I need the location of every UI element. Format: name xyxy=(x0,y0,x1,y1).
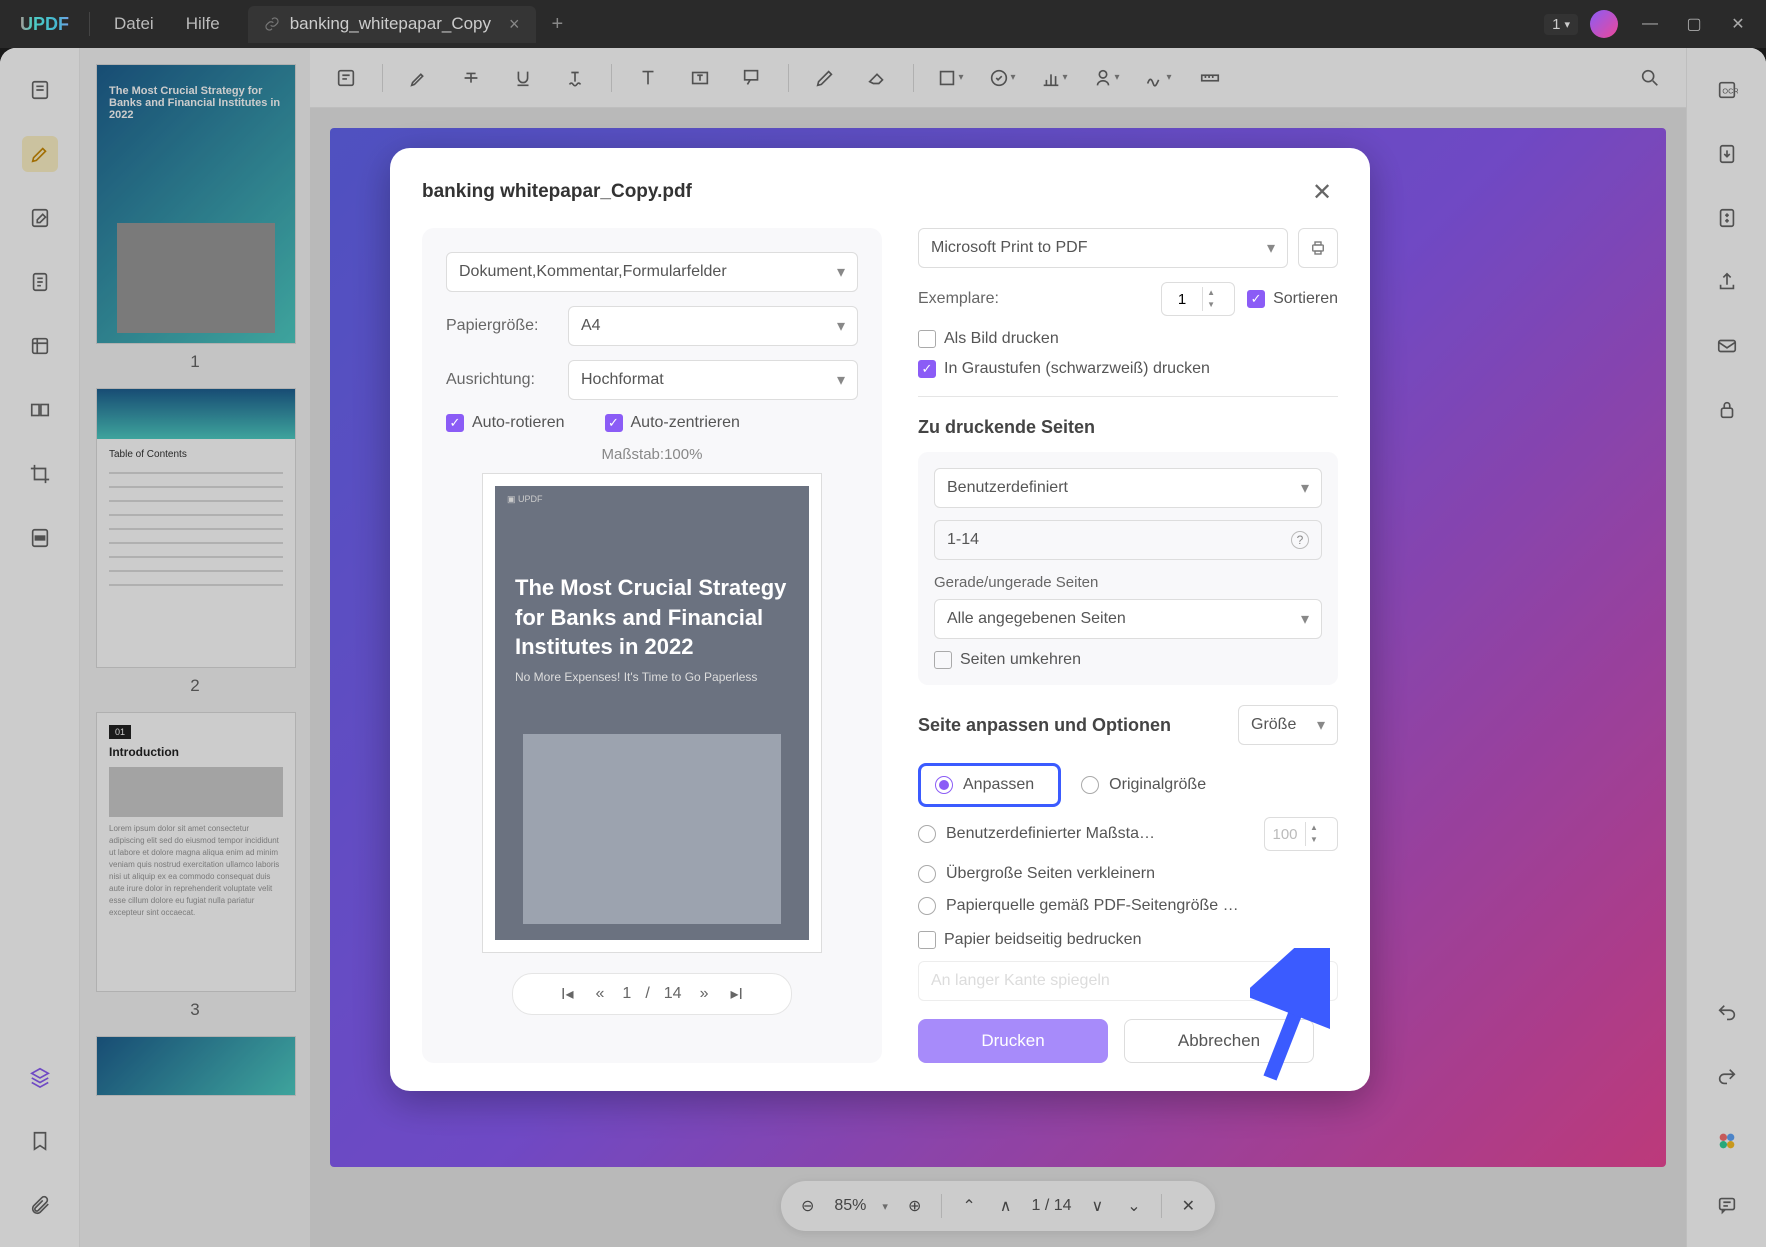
pager-next-icon[interactable]: » xyxy=(696,981,713,1007)
print-scope-select[interactable]: Dokument,Kommentar,Formularfelder xyxy=(446,252,858,292)
orientation-label: Ausrichtung: xyxy=(446,371,556,389)
auto-center-checkbox[interactable]: Auto-zentrieren xyxy=(605,414,740,432)
pager-prev-icon[interactable]: « xyxy=(592,981,609,1007)
reverse-pages-checkbox[interactable]: Seiten umkehren xyxy=(934,651,1322,669)
custom-scale-spinner[interactable]: ▲▼ xyxy=(1264,817,1338,851)
annotation-arrow xyxy=(1250,948,1330,1088)
page-range-input[interactable]: 1-14 ? xyxy=(934,520,1322,560)
close-window-icon[interactable]: ✕ xyxy=(1718,8,1758,40)
preview-pager: I◂ « 1 / 14 » ▸I xyxy=(512,973,792,1015)
print-preview: ▣ UPDF The Most Crucial Strategy for Ban… xyxy=(482,473,822,953)
pages-section-title: Zu druckende Seiten xyxy=(918,417,1338,438)
app-logo: UPDF xyxy=(8,14,81,35)
scale-label: Maßstab:100% xyxy=(446,446,858,463)
page-range-mode-select[interactable]: Benutzerdefiniert xyxy=(934,468,1322,508)
odd-even-select[interactable]: Alle angegebenen Seiten xyxy=(934,599,1322,639)
pager-total: 14 xyxy=(664,985,682,1003)
print-as-image-checkbox[interactable]: Als Bild drucken xyxy=(918,330,1338,348)
fit-option-highlighted: Anpassen xyxy=(918,763,1061,807)
copies-up-icon[interactable]: ▲ xyxy=(1203,287,1219,299)
fit-section-title: Seite anpassen und Optionen xyxy=(918,715,1226,736)
paper-source-radio[interactable]: Papierquelle gemäß PDF-Seitengröße au... xyxy=(918,897,1338,915)
menu-help[interactable]: Hilfe xyxy=(170,14,236,34)
original-size-radio[interactable]: Originalgröße xyxy=(1081,776,1206,794)
auto-rotate-checkbox[interactable]: Auto-rotieren xyxy=(446,414,565,432)
tab-close-icon[interactable]: × xyxy=(509,14,520,35)
user-avatar[interactable] xyxy=(1590,10,1618,38)
print-button[interactable]: Drucken xyxy=(918,1019,1108,1063)
app-titlebar: UPDF Datei Hilfe banking_whitepapar_Copy… xyxy=(0,0,1766,48)
page-badge[interactable]: 1▾ xyxy=(1544,14,1578,35)
duplex-checkbox[interactable]: Papier beidseitig bedrucken xyxy=(918,931,1338,949)
printer-properties-icon[interactable] xyxy=(1298,228,1338,268)
copies-label: Exemplare: xyxy=(918,290,1149,308)
odd-even-label: Gerade/ungerade Seiten xyxy=(934,574,1322,591)
dialog-close-icon[interactable]: ✕ xyxy=(1306,176,1338,208)
size-mode-select[interactable]: Größe xyxy=(1238,705,1338,745)
fit-radio[interactable]: Anpassen xyxy=(935,776,1034,794)
dialog-title: banking whitepapar_Copy.pdf xyxy=(422,181,692,203)
paper-size-select[interactable]: A4 xyxy=(568,306,858,346)
link-icon xyxy=(264,16,280,32)
pager-current: 1 xyxy=(622,985,631,1003)
copies-down-icon[interactable]: ▼ xyxy=(1203,299,1219,311)
printer-select[interactable]: Microsoft Print to PDF xyxy=(918,228,1288,268)
custom-scale-radio[interactable]: Benutzerdefinierter Maßstab ... xyxy=(918,825,1252,843)
collate-checkbox[interactable]: Sortieren xyxy=(1247,290,1338,308)
tab-label: banking_whitepapar_Copy xyxy=(290,14,491,34)
minimize-icon[interactable]: — xyxy=(1630,8,1670,40)
pager-last-icon[interactable]: ▸I xyxy=(726,980,746,1008)
document-tab[interactable]: banking_whitepapar_Copy × xyxy=(248,6,536,43)
custom-scale-input[interactable] xyxy=(1265,826,1305,843)
copies-input[interactable] xyxy=(1162,291,1202,308)
grayscale-checkbox[interactable]: In Graustufen (schwarzweiß) drucken xyxy=(918,360,1338,378)
menu-file[interactable]: Datei xyxy=(98,14,170,34)
new-tab-button[interactable]: + xyxy=(552,13,564,36)
help-icon[interactable]: ? xyxy=(1291,531,1309,549)
maximize-icon[interactable]: ▢ xyxy=(1674,8,1714,40)
pager-first-icon[interactable]: I◂ xyxy=(557,980,577,1008)
orientation-select[interactable]: Hochformat xyxy=(568,360,858,400)
print-dialog: banking whitepapar_Copy.pdf ✕ Dokument,K… xyxy=(390,148,1370,1091)
paper-size-label: Papiergröße: xyxy=(446,317,556,335)
copies-spinner[interactable]: ▲▼ xyxy=(1161,282,1235,316)
shrink-oversized-radio[interactable]: Übergroße Seiten verkleinern xyxy=(918,865,1338,883)
